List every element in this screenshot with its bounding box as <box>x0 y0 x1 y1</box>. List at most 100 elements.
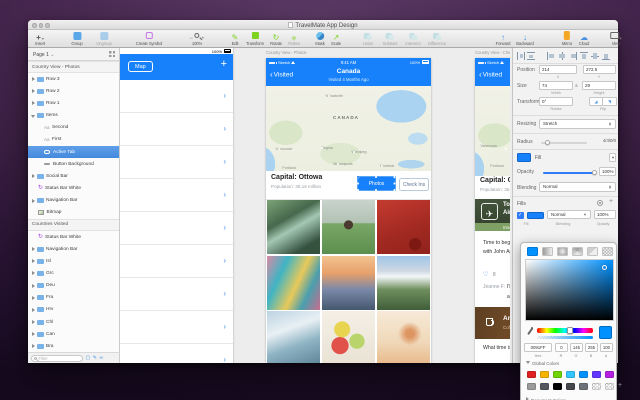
color-swatch-transparent[interactable] <box>592 383 601 390</box>
toolbar-button-edit[interactable]: ✎Edit <box>232 31 239 46</box>
toolbar-button-insert[interactable]: + ▾Insert <box>35 31 45 46</box>
disclosure-triangle-icon[interactable] <box>31 115 35 118</box>
height-field[interactable]: 29 <box>582 81 616 90</box>
toolbar-button-mask[interactable]: Mask <box>315 31 325 46</box>
photo-tile-snowy-peak-lake[interactable] <box>267 311 320 363</box>
fill-blend-select[interactable]: Normal <box>547 210 591 219</box>
radial-gradient-fill-tab[interactable] <box>557 247 568 256</box>
color-swatch[interactable] <box>605 371 614 378</box>
disclosure-triangle-icon[interactable] <box>32 284 35 288</box>
blue-field[interactable]: 255 <box>585 343 598 352</box>
list-row[interactable]: › <box>120 146 233 179</box>
color-swatch[interactable] <box>592 371 601 378</box>
disclosure-triangle-icon[interactable] <box>32 77 35 81</box>
color-swatch[interactable] <box>553 383 562 390</box>
list-row[interactable]: › <box>120 212 233 245</box>
toolbar-button-mirror[interactable]: Mirror <box>562 31 572 46</box>
layer-row[interactable]: ↻Status Bar White <box>28 182 119 194</box>
flip-vertical-button[interactable]: ◥ <box>603 97 617 106</box>
saturation-brightness-picker[interactable] <box>525 259 614 321</box>
layer-row[interactable]: Row 3 <box>28 73 119 85</box>
layer-row[interactable]: Grc <box>28 267 119 279</box>
color-swatch[interactable] <box>540 383 549 390</box>
disclosure-triangle-icon[interactable] <box>32 174 35 178</box>
like-icon[interactable]: ♡ <box>483 272 488 278</box>
toolbar-button-zoom[interactable]: − +100% <box>189 31 204 46</box>
map-button[interactable]: Map <box>128 61 153 72</box>
color-cursor[interactable] <box>602 265 607 270</box>
disclosure-triangle-icon[interactable] <box>32 247 35 251</box>
layer-row[interactable]: ↻Status Bar White <box>28 231 119 243</box>
color-swatch-transparent[interactable] <box>605 383 614 390</box>
width-field[interactable]: 74 <box>539 81 573 90</box>
photo-tile-barn-in-field[interactable] <box>322 200 375 254</box>
photo-tile-foggy-sunset-hills[interactable] <box>322 256 375 310</box>
fill-stepper[interactable] <box>609 153 616 162</box>
add-button[interactable]: + <box>221 58 227 70</box>
pencil-icon[interactable]: ✎ <box>93 355 97 361</box>
checkins-tab-button[interactable]: Check Ins <box>399 178 429 191</box>
alpha-slider[interactable] <box>537 336 593 339</box>
color-swatch[interactable] <box>579 383 588 390</box>
layer-row[interactable]: AaSecond <box>28 122 119 134</box>
disclosure-triangle-icon[interactable] <box>32 259 35 263</box>
toolbar-button-scale[interactable]: ↗Scale <box>331 31 341 46</box>
linear-gradient-fill-tab[interactable] <box>542 247 553 256</box>
disclosure-triangle-icon[interactable] <box>32 271 35 275</box>
photo-tile-person-warm-light[interactable] <box>377 311 430 363</box>
checkin-card-coffee[interactable]: Artisanal C Coffee Shop <box>475 307 510 339</box>
disclosure-triangle-icon[interactable] <box>32 101 35 105</box>
add-fill-button[interactable]: + <box>609 198 613 205</box>
angular-gradient-fill-tab[interactable] <box>572 247 583 256</box>
checkin-pin[interactable] <box>505 148 507 150</box>
layer-row[interactable]: Navigation Bar <box>28 243 119 255</box>
layer-row[interactable]: Items <box>28 110 119 122</box>
layer-row[interactable]: AaFirst <box>28 134 119 146</box>
canada-map[interactable]: YellowknifeVancouverPortlandRegina <box>475 86 510 176</box>
photo-tile-red-wall-bicycle[interactable] <box>377 200 430 254</box>
toolbar-button-union[interactable]: Union <box>363 31 373 46</box>
photo-tile-waterfall-cliffs[interactable] <box>267 200 320 254</box>
rotate-field[interactable]: 0° <box>539 97 573 106</box>
canvas[interactable]: Country View - Photos Country View - Che… <box>120 48 510 363</box>
toolbar-button-forward[interactable]: ↑Forward <box>496 31 511 46</box>
lock-ratio-icon[interactable]: & <box>575 83 578 88</box>
list-row[interactable]: › <box>120 179 233 212</box>
toolbar-button-cloud[interactable]: ☁Cloud <box>579 31 589 46</box>
artboard-country-checkins[interactable]: Sketch ‹Visited Canada Visited 4 Months … <box>475 58 510 363</box>
align-left-icon[interactable] <box>547 52 555 60</box>
hue-slider-knob[interactable] <box>567 327 573 334</box>
resizing-select[interactable]: Stretch <box>539 119 616 129</box>
alpha-field[interactable]: 100 <box>600 343 613 352</box>
layer-row[interactable]: Chl <box>28 316 119 328</box>
disclosure-triangle-icon[interactable] <box>32 199 35 203</box>
distribute-vertical-icon[interactable] <box>527 52 535 60</box>
grid-view-icon[interactable] <box>109 51 115 57</box>
checkin-card-airport[interactable]: ✈ Toronto Pe Airport – Y International A <box>475 199 510 231</box>
toolbar-button-flatten[interactable]: ◆Flatten <box>288 31 300 46</box>
layer-row[interactable]: Bra <box>28 340 119 352</box>
position-y-field[interactable]: 272.5 <box>583 65 616 74</box>
disclosure-triangle-icon[interactable] <box>32 296 35 300</box>
eyedropper-icon[interactable] <box>526 327 533 338</box>
artboard-country-photos[interactable]: Sketch 9:41 AM 100% ‹Visited Canada Visi… <box>266 58 431 363</box>
opacity-slider-knob[interactable] <box>592 170 597 175</box>
opacity-value-field[interactable]: 100% <box>599 167 616 176</box>
list-row[interactable]: › <box>120 311 233 344</box>
toolbar-button-ungroup[interactable]: Ungroup <box>96 31 111 46</box>
distribute-horizontal-icon[interactable] <box>517 52 525 60</box>
radius-slider[interactable] <box>541 142 587 144</box>
hue-slider[interactable] <box>537 328 593 333</box>
color-swatch[interactable] <box>566 371 575 378</box>
color-swatch[interactable] <box>527 383 536 390</box>
filter-input[interactable]: Filter <box>31 355 83 362</box>
color-swatch[interactable] <box>579 371 588 378</box>
disclosure-triangle-icon[interactable] <box>32 332 35 336</box>
align-right-icon[interactable] <box>569 52 577 60</box>
color-swatch[interactable] <box>527 371 536 378</box>
color-swatch[interactable] <box>553 371 562 378</box>
disclosure-triangle-icon[interactable] <box>32 320 35 324</box>
list-row[interactable]: › <box>120 80 233 113</box>
page-selector[interactable]: Page 1 ⌄ <box>33 52 54 58</box>
fill-enabled-checkbox[interactable]: ✓ <box>517 212 524 219</box>
